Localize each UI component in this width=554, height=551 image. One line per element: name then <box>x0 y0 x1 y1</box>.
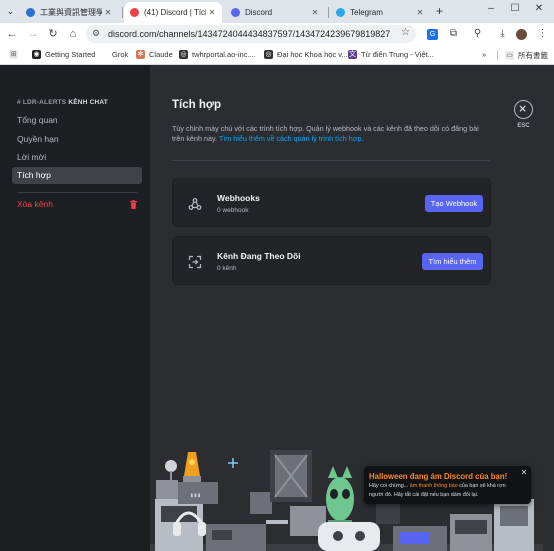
tab-close-icon[interactable]: ✕ <box>102 8 114 17</box>
dictionary-icon: 文 <box>348 50 357 59</box>
sidebar-divider <box>17 192 137 193</box>
folder-icon: ▭ <box>505 51 514 60</box>
followed-channels-card[interactable]: Kênh Đang Theo Dõi 0 kênh Tìm hiểu thêm <box>172 236 491 285</box>
site-info-icon[interactable]: ⚙ <box>92 28 100 39</box>
extensions-icon[interactable]: ⚲ <box>471 28 484 40</box>
window-scrollbar[interactable] <box>543 65 554 551</box>
follow-channel-icon <box>188 255 202 269</box>
settings-sidebar: # LDR-ALERTS KÊNH CHAT Tổng quan Quyền h… <box>0 65 150 551</box>
section-divider <box>172 160 490 161</box>
menu-icon[interactable]: ⋮ <box>536 28 549 40</box>
download-icon[interactable]: ⤓ <box>496 28 509 40</box>
webhook-icon <box>188 198 202 210</box>
close-settings-button[interactable] <box>514 100 533 119</box>
bookmark-item[interactable]: ⊞ <box>9 50 22 59</box>
notification-body: Hãy coi chừng... âm thanh thông báo của … <box>369 483 506 498</box>
tab-strip: ⌄ 工業與資訊管理學系（ ✕ (41) Discord | Tích hợ ✕ … <box>0 0 554 23</box>
learn-more-button[interactable]: Tìm hiểu thêm <box>422 253 483 270</box>
profile-avatar[interactable] <box>516 29 527 40</box>
notification-title: Halloween đang ám Discord của bạn! <box>369 472 508 481</box>
tab-search-icon[interactable]: ⌄ <box>3 4 18 19</box>
browser-tab[interactable]: Discord ✕ <box>225 2 325 23</box>
all-bookmarks[interactable]: ▭ 所有書籤 <box>505 50 548 61</box>
sidebar-item-permissions[interactable]: Quyền hạn <box>12 131 142 148</box>
tab-close-icon[interactable]: ✕ <box>206 8 218 17</box>
sidebar-item-integrations[interactable]: Tích hợp <box>12 167 142 184</box>
learn-more-link[interactable]: Tìm hiểu thêm về cách quản lý trình tích… <box>219 134 364 143</box>
sidebar-item-overview[interactable]: Tổng quan <box>12 112 142 129</box>
page-title: Tích hợp <box>172 99 222 111</box>
delete-channel-button[interactable]: Xóa kênh <box>12 196 142 213</box>
browser-tab[interactable]: 工業與資訊管理學系（ ✕ <box>20 2 118 23</box>
notification-close-icon[interactable]: ✕ <box>519 468 529 477</box>
more-bookmarks-icon[interactable]: » <box>482 50 486 59</box>
translate-icon[interactable]: G <box>427 29 438 40</box>
halloween-notification[interactable]: Halloween đang ám Discord của bạn! Hãy c… <box>364 466 531 504</box>
tab-close-icon[interactable]: ✕ <box>309 8 321 17</box>
bookmark-favicon-icon: ⊞ <box>9 50 18 59</box>
bookmark-item[interactable]: ✻ Claude <box>136 50 173 59</box>
browser-tab[interactable]: Telegram ✕ <box>330 2 430 23</box>
reload-icon[interactable]: ↻ <box>46 27 60 41</box>
telegram-favicon-icon <box>336 8 345 17</box>
bookmark-item[interactable]: 文 Từ điển Trung - Việt... <box>348 50 434 59</box>
back-icon[interactable]: ← <box>5 27 19 41</box>
page-description: Tùy chỉnh máy chủ với các trình tích hợp… <box>172 124 479 143</box>
discord-favicon-icon <box>231 8 240 17</box>
globe-icon: ◎ <box>264 50 273 59</box>
address-bar: ← → ↻ ⌂ ⚙ discord.com/channels/143472404… <box>0 23 554 45</box>
close-icon <box>519 105 526 112</box>
chrome-icon: ◉ <box>32 50 41 59</box>
tab-close-icon[interactable]: ✕ <box>414 8 426 17</box>
sidebar-header: # LDR-ALERTS KÊNH CHAT <box>17 99 108 106</box>
svg-text:▮▮▮: ▮▮▮ <box>190 492 201 499</box>
globe-icon: ◎ <box>179 50 188 59</box>
webhooks-card[interactable]: Webhooks 0 webhook Tạo Webhook <box>172 178 491 227</box>
create-webhook-button[interactable]: Tạo Webhook <box>425 195 483 212</box>
new-tab-icon[interactable]: + <box>436 4 443 18</box>
trash-icon <box>130 200 137 209</box>
esc-label: ESC <box>517 123 530 129</box>
bookmark-item[interactable]: Grok <box>112 50 128 59</box>
browser-tab-active[interactable]: (41) Discord | Tích hợ ✕ <box>124 2 222 23</box>
tab-favicon-icon <box>26 8 35 17</box>
bookmark-item[interactable]: ◎ Đại học Khoa học v... <box>264 50 348 59</box>
forward-icon[interactable]: → <box>26 27 40 41</box>
url-input[interactable]: ⚙ discord.com/channels/14347240444348375… <box>86 25 416 43</box>
claude-icon: ✻ <box>136 50 145 59</box>
sidebar-item-invites[interactable]: Lời mời <box>12 149 142 166</box>
maximize-icon[interactable]: ☐ <box>507 3 523 14</box>
bookmark-star-icon[interactable]: ☆ <box>401 27 410 38</box>
home-icon[interactable]: ⌂ <box>66 27 80 41</box>
screenshot-icon[interactable]: ⧉ <box>447 28 460 40</box>
bookmark-item[interactable]: ◎ twhrportal.ao-inc.... <box>179 50 256 59</box>
window-close-icon[interactable]: ✕ <box>531 3 547 14</box>
minimize-icon[interactable]: – <box>483 3 499 14</box>
bookmarks-bar: ⊞ ◉ Getting Started Grok ✻ Claude ◎ twhrpor… <box>0 45 554 65</box>
bookmark-item[interactable]: ◉ Getting Started <box>32 50 95 59</box>
discord-favicon-icon <box>130 8 139 17</box>
